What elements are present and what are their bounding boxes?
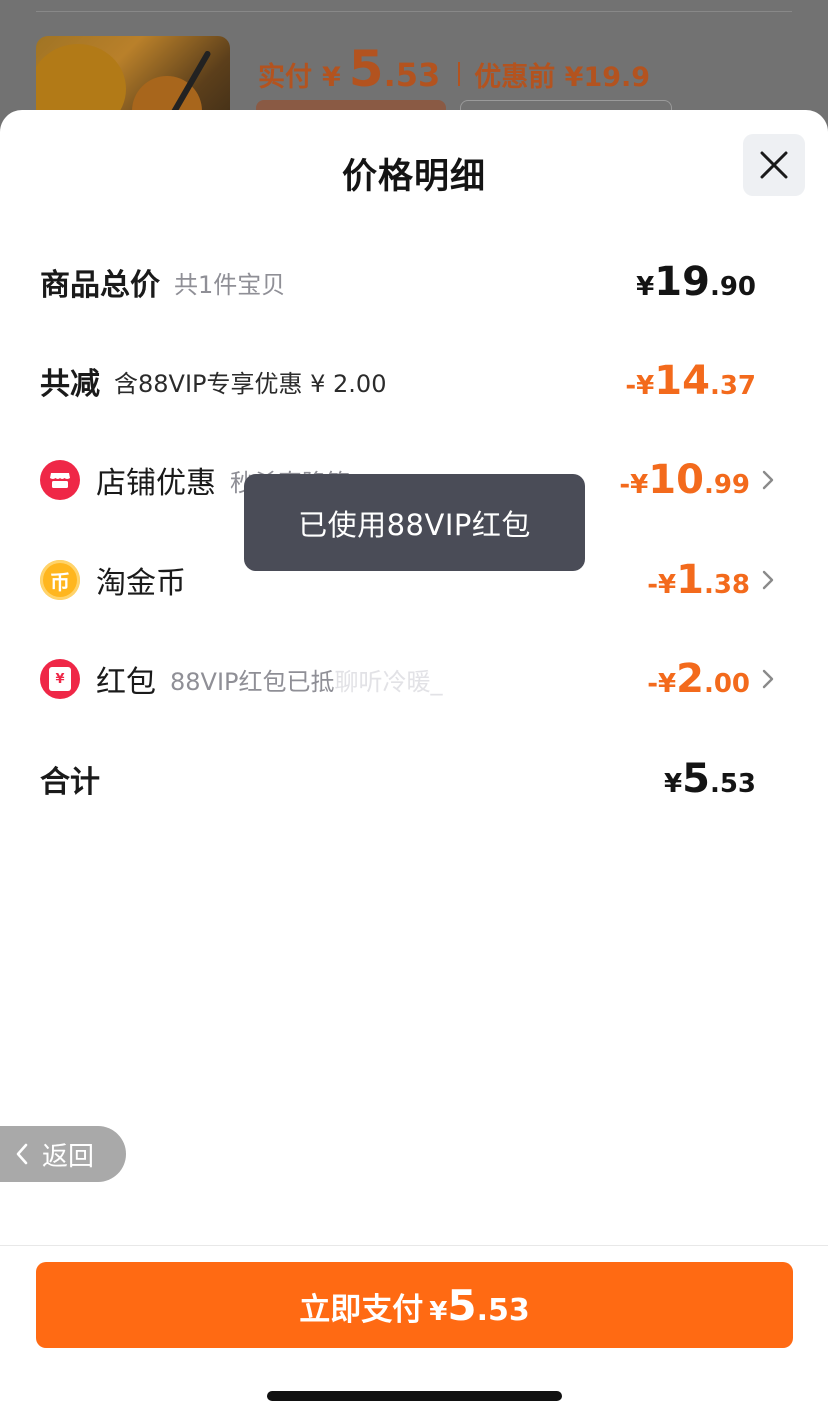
shop-amount: - ¥10.99 [619,457,750,503]
chevron-right-icon [756,568,780,592]
chevron-right-icon [756,667,780,691]
redpacket-label: 红包 [96,665,156,700]
coins-label: 淘金币 [96,566,186,601]
coins-amount: - ¥1.38 [647,557,750,603]
redpacket-amount: - ¥2.00 [647,656,750,702]
back-button[interactable]: 返回 [0,1126,126,1182]
price-separator [458,62,461,86]
shop-label: 店铺优惠 [96,466,216,501]
pay-label: 立即支付 [299,1291,424,1328]
original-price: 优惠前 ¥19.9 [474,62,651,93]
row-total-price: 商品总价 共1件宝贝 ¥19.90 [40,252,780,312]
discount-amount: - ¥14.37 [625,358,756,404]
sum-amount: ¥5.53 [664,756,756,802]
paid-currency: ¥ [322,62,341,93]
chevron-right-icon [756,468,780,492]
total-amount: ¥19.90 [636,259,756,305]
watermark-text: 聊听冷暖_ [334,667,443,696]
row-sum: 合计 ¥5.53 [40,749,780,809]
red-packet-icon: ¥ [40,659,80,699]
redpacket-sub: 88VIP红包已抵 [170,667,335,696]
discount-label: 共减 [40,367,100,402]
discount-sub: 含88VIP专享优惠 ¥ 2.00 [114,369,387,398]
toast-message: 已使用88VIP红包 [244,474,585,571]
price-detail-sheet: 价格明细 商品总价 共1件宝贝 ¥19.90 共减 含88VIP专享优惠 ¥ 2… [0,110,828,1420]
home-indicator[interactable] [267,1391,562,1401]
total-sub: 共1件宝贝 [174,270,286,299]
pay-currency: ¥ [429,1296,448,1327]
paid-label: 实付 [258,62,312,93]
close-button[interactable] [743,134,805,196]
paid-int: 5 [348,40,384,98]
row-total-discount: 共减 含88VIP专享优惠 ¥ 2.00 - ¥14.37 [40,351,780,411]
chevron-left-icon [16,1143,28,1165]
pay-now-button[interactable]: 立即支付 ¥ 5 .53 [36,1262,793,1348]
sum-label: 合计 [40,765,100,800]
footer-divider [0,1245,828,1246]
close-icon [760,151,788,179]
background-divider [36,11,792,12]
pay-int: 5 [447,1280,477,1330]
total-label: 商品总价 [40,268,160,303]
row-red-packet[interactable]: ¥ 红包 88VIP红包已抵 聊听冷暖_ - ¥2.00 [40,649,780,709]
back-label: 返回 [42,1141,95,1172]
coin-icon: 币 [40,560,80,600]
pay-dec: .53 [476,1292,530,1328]
paid-dec: .53 [383,56,441,94]
background-price: 实付 ¥ 5 .53 优惠前 ¥19.9 [258,40,651,98]
sheet-title: 价格明细 [341,157,486,197]
shop-icon [40,460,80,500]
